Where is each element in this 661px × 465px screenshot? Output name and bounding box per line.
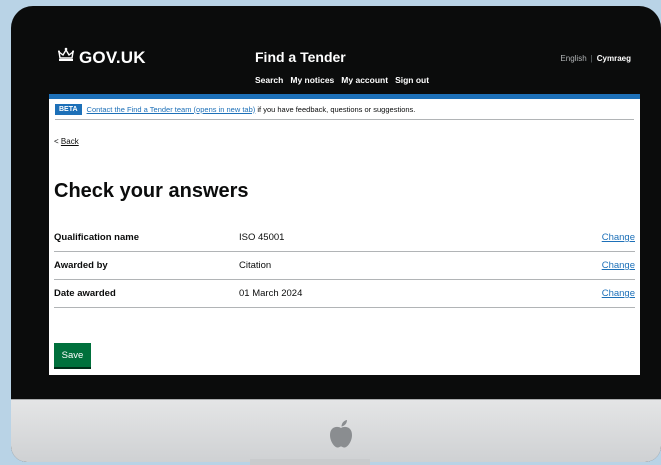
summary-list: Qualification name ISO 45001 Change Awar… [54,224,635,308]
header-navigation: Search My notices My account Sign out [255,75,429,85]
summary-value: Citation [239,260,272,271]
summary-key: Awarded by [54,260,108,271]
change-awarded-by-link[interactable]: Change [602,260,635,271]
service-name-link[interactable]: Find a Tender [255,49,346,65]
language-english[interactable]: English [560,54,586,63]
nav-sign-out[interactable]: Sign out [395,75,429,85]
phase-banner: BETA Contact the Find a Tender team (ope… [55,99,634,120]
back-link[interactable]: < Back [54,137,79,146]
language-welsh[interactable]: Cymraeg [597,54,631,63]
summary-row-date-awarded: Date awarded 01 March 2024 Change [54,280,635,308]
summary-value: ISO 45001 [239,232,285,243]
save-button[interactable]: Save [54,343,91,367]
chevron-left-icon: < [54,137,59,146]
nav-my-notices[interactable]: My notices [290,75,334,85]
monitor: GOV.UK Find a Tender Search My notices M… [11,6,661,462]
language-switcher: English | Cymraeg [560,54,631,63]
nav-search[interactable]: Search [255,75,283,85]
summary-row-awarded-by: Awarded by Citation Change [54,252,635,280]
back-link-label: Back [60,137,79,146]
change-date-awarded-link[interactable]: Change [602,288,635,299]
page-title: Check your answers [54,180,249,202]
phase-banner-text: if you have feedback, questions or sugge… [257,104,416,114]
govuk-logo-text: GOV.UK [79,47,146,67]
feedback-link[interactable]: Contact the Find a Tender team (opens in… [87,105,256,114]
language-separator: | [590,54,593,63]
summary-key: Date awarded [54,288,116,299]
apple-icon [327,419,355,449]
summary-row-qualification-name: Qualification name ISO 45001 Change [54,224,635,252]
change-qualification-name-link[interactable]: Change [602,232,635,243]
beta-tag: BETA [55,103,82,115]
browser-viewport: GOV.UK Find a Tender Search My notices M… [49,42,640,375]
nav-my-account[interactable]: My account [341,75,388,85]
summary-value: 01 March 2024 [239,288,303,299]
govuk-header: GOV.UK Find a Tender Search My notices M… [49,42,640,99]
monitor-stand [250,459,370,465]
monitor-chin [11,399,661,462]
crown-icon [57,47,75,68]
govuk-logo[interactable]: GOV.UK [57,47,146,68]
summary-key: Qualification name [54,232,139,243]
